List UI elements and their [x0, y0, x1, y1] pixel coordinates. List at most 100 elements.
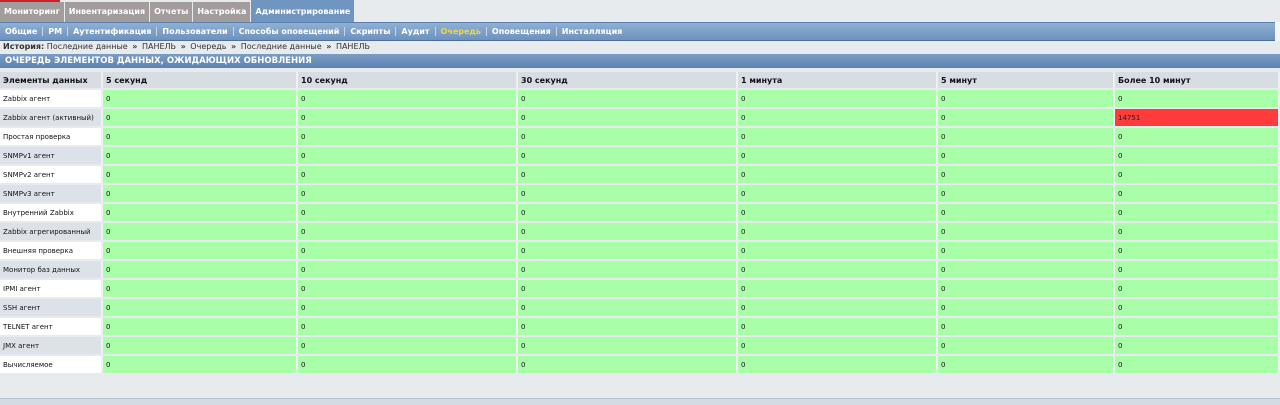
queue-count-cell: 0: [518, 166, 738, 183]
queue-count-cell: 0: [1115, 280, 1280, 297]
queue-count-cell: 0: [298, 280, 518, 297]
queue-count-cell: 0: [518, 337, 738, 354]
history-separator: »: [180, 42, 186, 51]
row-item-name: SNMPv1 агент: [0, 147, 103, 164]
queue-count-cell: 0: [518, 242, 738, 259]
table-row: SNMPv2 агент 0 0 0 0 0 0: [0, 166, 1280, 183]
queue-count-cell: 0: [1115, 337, 1280, 354]
submenu-proxies[interactable]: РМ: [43, 27, 69, 36]
main-menu-tab-administration[interactable]: Администрирование: [251, 0, 355, 22]
queue-count-cell: 0: [738, 147, 938, 164]
queue-count-cell: 0: [518, 128, 738, 145]
submenu-scripts[interactable]: Скрипты: [345, 27, 397, 36]
queue-count-cell: 0: [1115, 90, 1280, 107]
row-item-name: Вычисляемое: [0, 356, 103, 373]
submenu-queue[interactable]: Очередь: [436, 27, 487, 36]
queue-count-cell: 0: [738, 242, 938, 259]
queue-count-cell: 0: [1115, 128, 1280, 145]
row-item-name: TELNET агент: [0, 318, 103, 335]
queue-count-cell: 0: [938, 185, 1115, 202]
row-item-name: Zabbix агент: [0, 90, 103, 107]
table-row: SNMPv1 агент 0 0 0 0 0 0: [0, 147, 1280, 164]
history-label: История:: [3, 42, 45, 51]
row-item-name: JMX агент: [0, 337, 103, 354]
history-link-latest-data[interactable]: Последние данные: [47, 42, 128, 51]
history-separator: »: [132, 42, 138, 51]
table-header-row: Элементы данных 5 секунд 10 секунд 30 се…: [0, 72, 1280, 88]
queue-count-cell: 0: [298, 337, 518, 354]
submenu-installation[interactable]: Инсталляция: [557, 27, 628, 36]
submenu-users[interactable]: Пользователи: [157, 27, 234, 36]
queue-count-cell: 0: [738, 204, 938, 221]
row-item-name: SNMPv2 агент: [0, 166, 103, 183]
queue-count-cell: 0: [103, 90, 298, 107]
main-menu-tab-inventory[interactable]: Инвентаризация: [64, 2, 150, 22]
queue-count-cell: 0: [938, 223, 1115, 240]
queue-count-cell: 0: [298, 356, 518, 373]
history-link-dashboard[interactable]: ПАНЕЛЬ: [336, 42, 370, 51]
queue-count-cell: 0: [298, 223, 518, 240]
table-row: Zabbix агент (активный) 0 0 0 0 0 14751: [0, 109, 1280, 126]
queue-count-cell: 0: [103, 128, 298, 145]
queue-count-cell: 0: [938, 128, 1115, 145]
queue-count-cell: 0: [518, 318, 738, 335]
queue-count-cell: 0: [738, 299, 938, 316]
history-link-queue[interactable]: Очередь: [190, 42, 226, 51]
queue-count-cell: 0: [938, 280, 1115, 297]
queue-count-cell: 0: [738, 185, 938, 202]
queue-count-cell: 0: [103, 109, 298, 126]
queue-count-cell: 0: [738, 166, 938, 183]
page-title: ОЧЕРЕДЬ ЭЛЕМЕНТОВ ДАННЫХ, ОЖИДАЮЩИХ ОБНО…: [0, 54, 1280, 68]
history-link-dashboard[interactable]: ПАНЕЛЬ: [142, 42, 176, 51]
queue-count-cell: 0: [298, 242, 518, 259]
table-row: SNMPv3 агент 0 0 0 0 0 0: [0, 185, 1280, 202]
row-item-name: Zabbix агент (активный): [0, 109, 103, 126]
main-menu-tab-configuration[interactable]: Настройка: [193, 2, 251, 22]
queue-count-cell: 0: [938, 337, 1115, 354]
submenu-authentication[interactable]: Аутентификация: [68, 27, 158, 36]
row-item-name: SNMPv3 агент: [0, 185, 103, 202]
queue-count-cell: 14751: [1115, 109, 1280, 126]
queue-count-cell: 0: [938, 356, 1115, 373]
queue-count-cell: 0: [1115, 185, 1280, 202]
main-menu-tab-reports[interactable]: Отчеты: [150, 2, 193, 22]
queue-count-cell: 0: [518, 204, 738, 221]
table-body: Zabbix агент 0 0 0 0 0 0 Zabbix агент (активный…: [0, 90, 1280, 373]
submenu-audit[interactable]: Аудит: [396, 27, 436, 36]
main-menu-tab-monitoring[interactable]: Мониторинг: [0, 2, 64, 22]
queue-count-cell: 0: [298, 90, 518, 107]
column-header-5m: 5 минут: [938, 72, 1115, 88]
queue-count-cell: 0: [1115, 223, 1280, 240]
queue-count-cell: 0: [938, 166, 1115, 183]
queue-count-cell: 0: [103, 185, 298, 202]
queue-count-cell: 0: [1115, 356, 1280, 373]
queue-count-cell: 0: [518, 185, 738, 202]
submenu-media-types[interactable]: Способы оповещений: [234, 27, 346, 36]
queue-count-cell: 0: [298, 128, 518, 145]
queue-count-cell: 0: [298, 166, 518, 183]
table-row: TELNET агент 0 0 0 0 0 0: [0, 318, 1280, 335]
queue-count-cell: 0: [518, 280, 738, 297]
queue-count-cell: 0: [738, 318, 938, 335]
queue-count-cell: 0: [298, 147, 518, 164]
queue-count-cell: 0: [298, 109, 518, 126]
column-header-10m-plus: Более 10 минут: [1115, 72, 1280, 88]
queue-count-cell: 0: [103, 147, 298, 164]
submenu-notifications[interactable]: Оповещения: [487, 27, 557, 36]
queue-count-cell: 0: [1115, 204, 1280, 221]
table-row: Монитор баз данных 0 0 0 0 0 0: [0, 261, 1280, 278]
queue-count-cell: 0: [738, 261, 938, 278]
queue-count-cell: 0: [938, 299, 1115, 316]
queue-count-cell: 0: [103, 356, 298, 373]
table-row: Вычисляемое 0 0 0 0 0 0: [0, 356, 1280, 373]
queue-count-cell: 0: [938, 261, 1115, 278]
queue-count-cell: 0: [1115, 166, 1280, 183]
submenu-general[interactable]: Общие: [0, 27, 44, 36]
queue-count-cell: 0: [103, 223, 298, 240]
row-item-name: Zabbix агрегированный: [0, 223, 103, 240]
queue-count-cell: 0: [298, 204, 518, 221]
table-row: IPMI агент 0 0 0 0 0 0: [0, 280, 1280, 297]
row-item-name: Внешняя проверка: [0, 242, 103, 259]
queue-count-cell: 0: [518, 261, 738, 278]
history-link-latest-data[interactable]: Последние данные: [241, 42, 322, 51]
